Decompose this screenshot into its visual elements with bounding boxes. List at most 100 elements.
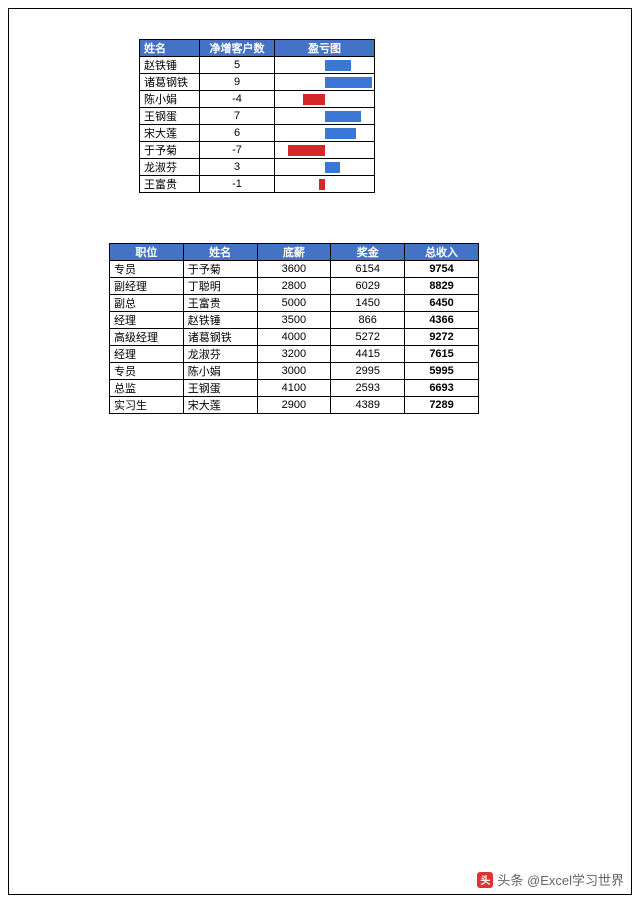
- cell-name: 王钢蛋: [140, 108, 200, 125]
- winloss-bar: [275, 58, 374, 73]
- table-row: 陈小娟-4: [140, 91, 375, 108]
- header-bonus: 奖金: [331, 244, 405, 261]
- cell-base: 2800: [257, 278, 331, 295]
- table-row: 王钢蛋7: [140, 108, 375, 125]
- table-row: 专员于予菊360061549754: [110, 261, 479, 278]
- header-value: 净增客户数: [200, 40, 275, 57]
- cell-position: 副经理: [110, 278, 184, 295]
- cell-bonus: 1450: [331, 295, 405, 312]
- cell-name: 赵铁锤: [183, 312, 257, 329]
- header-position: 职位: [110, 244, 184, 261]
- cell-position: 专员: [110, 363, 184, 380]
- cell-position: 经理: [110, 346, 184, 363]
- cell-position: 实习生: [110, 397, 184, 414]
- cell-total: 7615: [405, 346, 479, 363]
- cell-base: 3600: [257, 261, 331, 278]
- winloss-bar: [275, 75, 374, 90]
- cell-bonus: 4389: [331, 397, 405, 414]
- cell-value: -1: [200, 176, 275, 193]
- cell-sparkline: [275, 91, 375, 108]
- cell-total: 6450: [405, 295, 479, 312]
- cell-value: 7: [200, 108, 275, 125]
- cell-bonus: 866: [331, 312, 405, 329]
- cell-value: 3: [200, 159, 275, 176]
- cell-base: 3500: [257, 312, 331, 329]
- cell-name: 宋大莲: [140, 125, 200, 142]
- table-row: 经理赵铁锤35008664366: [110, 312, 479, 329]
- cell-bonus: 6029: [331, 278, 405, 295]
- cell-position: 副总: [110, 295, 184, 312]
- watermark: 头 头条 @Excel学习世界: [473, 868, 628, 891]
- negative-bar: [288, 145, 325, 156]
- cell-total: 4366: [405, 312, 479, 329]
- cell-base: 3200: [257, 346, 331, 363]
- winloss-bar: [275, 92, 374, 107]
- cell-bonus: 4415: [331, 346, 405, 363]
- header-chart: 盈亏图: [275, 40, 375, 57]
- cell-name: 诸葛钢铁: [140, 74, 200, 91]
- cell-name: 陈小娟: [183, 363, 257, 380]
- cell-value: 5: [200, 57, 275, 74]
- table-row: 宋大莲6: [140, 125, 375, 142]
- cell-name: 诸葛钢铁: [183, 329, 257, 346]
- cell-total: 8829: [405, 278, 479, 295]
- cell-position: 专员: [110, 261, 184, 278]
- table-winloss: 姓名 净增客户数 盈亏图 赵铁锤5诸葛钢铁9陈小娟-4王钢蛋7宋大莲6于予菊-7…: [139, 39, 394, 193]
- cell-base: 2900: [257, 397, 331, 414]
- cell-name: 于予菊: [183, 261, 257, 278]
- table-header-row: 姓名 净增客户数 盈亏图: [140, 40, 375, 57]
- cell-value: 6: [200, 125, 275, 142]
- positive-bar: [325, 60, 351, 71]
- cell-name: 龙淑芬: [183, 346, 257, 363]
- cell-bonus: 2995: [331, 363, 405, 380]
- positive-bar: [325, 128, 357, 139]
- table-row: 诸葛钢铁9: [140, 74, 375, 91]
- cell-value: 9: [200, 74, 275, 91]
- page-frame: 姓名 净增客户数 盈亏图 赵铁锤5诸葛钢铁9陈小娟-4王钢蛋7宋大莲6于予菊-7…: [8, 8, 632, 895]
- positive-bar: [325, 111, 362, 122]
- winloss-bar: [275, 143, 374, 158]
- cell-name: 丁聪明: [183, 278, 257, 295]
- table-row: 副经理丁聪明280060298829: [110, 278, 479, 295]
- cell-name: 陈小娟: [140, 91, 200, 108]
- salary-table: 职位 姓名 底薪 奖金 总收入 专员于予菊360061549754副经理丁聪明2…: [109, 243, 479, 414]
- cell-total: 7289: [405, 397, 479, 414]
- cell-base: 3000: [257, 363, 331, 380]
- watermark-text: 头条 @Excel学习世界: [497, 870, 624, 889]
- winloss-table: 姓名 净增客户数 盈亏图 赵铁锤5诸葛钢铁9陈小娟-4王钢蛋7宋大莲6于予菊-7…: [139, 39, 375, 193]
- header-name: 姓名: [183, 244, 257, 261]
- cell-name: 王富贵: [140, 176, 200, 193]
- cell-value: -7: [200, 142, 275, 159]
- cell-sparkline: [275, 108, 375, 125]
- winloss-bar: [275, 109, 374, 124]
- cell-name: 王富贵: [183, 295, 257, 312]
- table-row: 赵铁锤5: [140, 57, 375, 74]
- table-row: 龙淑芬3: [140, 159, 375, 176]
- cell-value: -4: [200, 91, 275, 108]
- cell-position: 总监: [110, 380, 184, 397]
- negative-bar: [303, 94, 324, 105]
- winloss-bar: [275, 126, 374, 141]
- cell-sparkline: [275, 125, 375, 142]
- cell-name: 王钢蛋: [183, 380, 257, 397]
- table-row: 专员陈小娟300029955995: [110, 363, 479, 380]
- cell-sparkline: [275, 57, 375, 74]
- table-row: 经理龙淑芬320044157615: [110, 346, 479, 363]
- cell-base: 4000: [257, 329, 331, 346]
- cell-sparkline: [275, 74, 375, 91]
- cell-name: 龙淑芬: [140, 159, 200, 176]
- cell-base: 4100: [257, 380, 331, 397]
- cell-sparkline: [275, 176, 375, 193]
- header-total: 总收入: [405, 244, 479, 261]
- cell-total: 9754: [405, 261, 479, 278]
- table-row: 实习生宋大莲290043897289: [110, 397, 479, 414]
- cell-sparkline: [275, 142, 375, 159]
- table-row: 总监王钢蛋410025936693: [110, 380, 479, 397]
- toutiao-icon: 头: [477, 872, 493, 888]
- cell-bonus: 6154: [331, 261, 405, 278]
- table-row: 于予菊-7: [140, 142, 375, 159]
- winloss-bar: [275, 160, 374, 175]
- cell-sparkline: [275, 159, 375, 176]
- cell-position: 高级经理: [110, 329, 184, 346]
- cell-name: 赵铁锤: [140, 57, 200, 74]
